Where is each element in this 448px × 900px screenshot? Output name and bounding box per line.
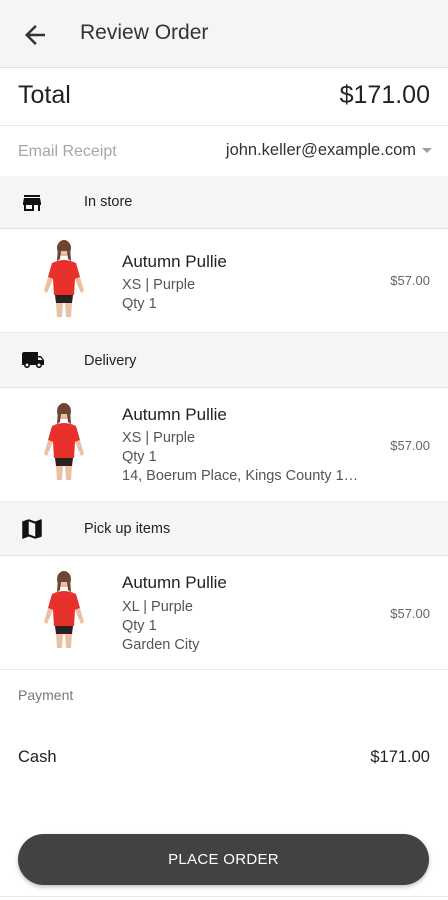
item-variant: XS | Purple bbox=[122, 277, 196, 293]
map-icon bbox=[18, 516, 46, 547]
payment-method: Cash bbox=[18, 748, 57, 766]
section-header-in-store: In store bbox=[0, 176, 448, 229]
email-receipt-dropdown[interactable]: john.keller@example.com bbox=[226, 141, 416, 160]
product-thumbnail bbox=[32, 237, 96, 330]
arrow-left-icon bbox=[25, 25, 45, 45]
item-name: Autumn Pullie bbox=[122, 252, 227, 271]
email-receipt-row: Email Receipt john.keller@example.com bbox=[0, 126, 448, 176]
section-header-pick-up: Pick up items bbox=[0, 502, 448, 556]
delivery-address: 14, Boerum Place, Kings County 1… bbox=[122, 468, 359, 484]
total-label: Total bbox=[18, 81, 71, 109]
store-icon bbox=[18, 191, 46, 220]
item-variant: XS | Purple bbox=[122, 430, 196, 446]
payment-amount: $171.00 bbox=[370, 748, 430, 766]
order-item[interactable]: Autumn Pullie XS | Purple Qty 1 $57.00 bbox=[0, 229, 448, 333]
pickup-location: Garden City bbox=[122, 637, 200, 653]
item-name: Autumn Pullie bbox=[122, 405, 227, 424]
section-header-delivery: Delivery bbox=[0, 333, 448, 388]
section-label: In store bbox=[84, 194, 133, 210]
item-price: $57.00 bbox=[390, 438, 430, 453]
email-receipt-label: Email Receipt bbox=[18, 143, 117, 160]
section-label: Pick up items bbox=[84, 521, 171, 537]
place-order-button[interactable]: PLACE ORDER bbox=[18, 834, 429, 885]
item-price: $57.00 bbox=[390, 273, 430, 288]
product-thumbnail bbox=[32, 568, 96, 661]
caret-down-icon[interactable] bbox=[422, 148, 432, 153]
total-value: $171.00 bbox=[339, 81, 430, 109]
item-quantity: Qty 1 bbox=[122, 449, 157, 465]
item-variant: XL | Purple bbox=[122, 599, 193, 615]
order-item[interactable]: Autumn Pullie XL | Purple Qty 1 Garden C… bbox=[0, 556, 448, 670]
total-row: Total $171.00 bbox=[0, 68, 448, 126]
item-quantity: Qty 1 bbox=[122, 296, 157, 312]
back-button[interactable] bbox=[20, 20, 50, 50]
product-thumbnail bbox=[32, 400, 96, 493]
order-item[interactable]: Autumn Pullie XS | Purple Qty 1 14, Boer… bbox=[0, 388, 448, 502]
app-bar: Review Order bbox=[0, 0, 448, 68]
truck-icon bbox=[18, 348, 48, 377]
divider bbox=[0, 896, 448, 897]
section-label: Delivery bbox=[84, 353, 137, 369]
item-name: Autumn Pullie bbox=[122, 573, 227, 592]
item-price: $57.00 bbox=[390, 606, 430, 621]
payment-heading: Payment bbox=[18, 687, 74, 703]
item-quantity: Qty 1 bbox=[122, 618, 157, 634]
page-title: Review Order bbox=[80, 21, 209, 44]
